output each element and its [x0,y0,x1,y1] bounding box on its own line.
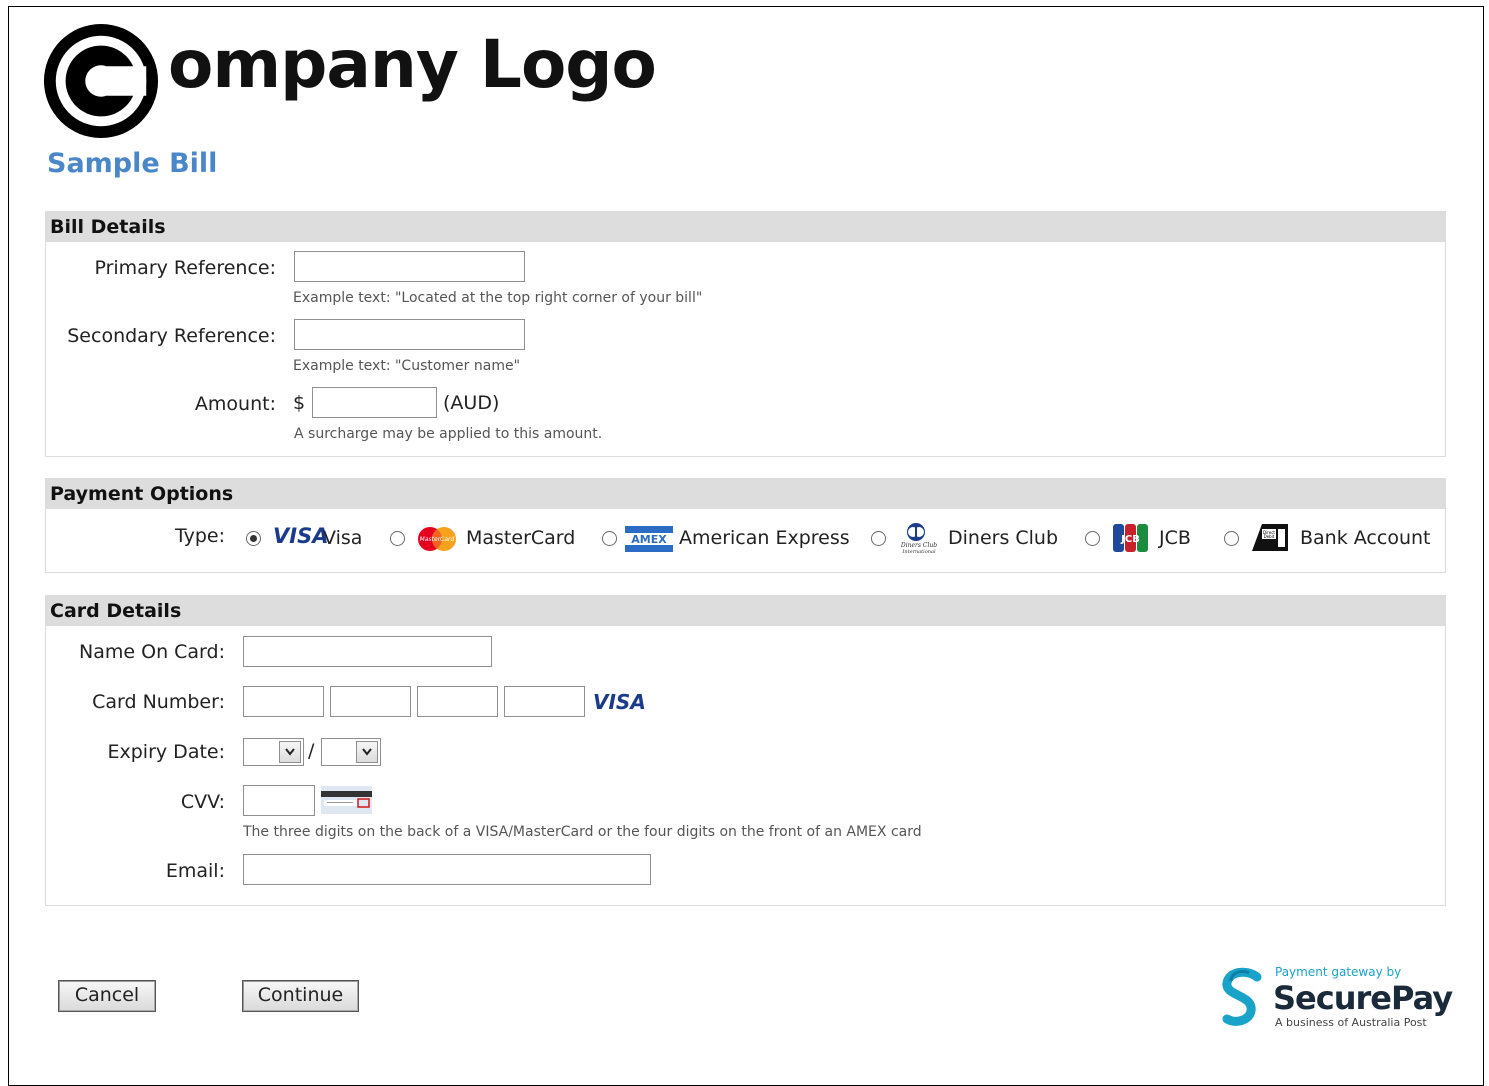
amex-icon: AMEX [625,526,673,552]
email-input[interactable] [243,854,651,885]
name-on-card-input[interactable] [243,636,492,667]
svg-text:Diners Club: Diners Club [900,542,937,549]
cancel-button[interactable]: Cancel [58,980,156,1012]
logo-text: ompany Logo [168,25,657,103]
svg-text:MasterCard: MasterCard [420,536,455,543]
payment-type-jcb-radio[interactable] [1085,531,1100,546]
payment-type-amex-label[interactable]: American Express [679,527,850,549]
securepay-s-icon [1222,967,1262,1026]
page-title: Sample Bill [47,148,218,179]
securepay-tagline: Payment gateway by [1275,965,1402,979]
bank-account-icon: Direct Debit [1248,521,1292,553]
payment-type-amex-radio[interactable] [602,531,617,546]
secondary-reference-hint: Example text: "Customer name" [293,358,521,374]
expiry-year-select[interactable] [321,738,381,766]
expiry-separator: / [308,740,315,762]
chevron-down-icon[interactable] [279,741,301,763]
currency-symbol: $ [293,392,306,414]
payment-type-label: Type: [174,525,225,547]
payment-type-bank-label[interactable]: Bank Account [1300,527,1430,549]
amount-label: Amount: [194,393,276,415]
mastercard-icon: MasterCard [416,526,458,552]
securepay-name: SecurePay [1273,979,1453,1017]
card-number-label: Card Number: [92,691,225,713]
securepay-logo: Payment gateway by SecurePay A business … [1219,965,1453,1035]
payment-type-visa-label[interactable]: Visa [323,527,362,549]
cvv-hint: The three digits on the back of a VISA/M… [243,824,922,840]
primary-reference-label: Primary Reference: [94,257,276,279]
payment-options-heading: Payment Options [46,479,1445,509]
card-details-heading: Card Details [46,596,1445,626]
secondary-reference-label: Secondary Reference: [67,325,276,347]
continue-button[interactable]: Continue [242,980,359,1012]
secondary-reference-input[interactable] [294,319,525,350]
amount-input[interactable] [312,387,437,418]
amount-hint: A surcharge may be applied to this amoun… [294,426,603,442]
payment-type-mastercard-label[interactable]: MasterCard [466,527,575,549]
payment-type-diners-label[interactable]: Diners Club [948,527,1058,549]
bill-details-heading: Bill Details [46,212,1445,242]
currency-code: (AUD) [443,392,500,414]
svg-text:JCB: JCB [1120,534,1140,545]
primary-reference-input[interactable] [294,251,525,282]
company-logo: ompany Logo [42,20,657,142]
card-number-part-4[interactable] [504,686,585,717]
card-brand-visa-icon: VISA [593,690,646,714]
payment-options-panel: Payment Options [45,478,1446,573]
jcb-icon: JCB [1112,523,1150,553]
card-number-part-1[interactable] [243,686,324,717]
payment-type-jcb-label[interactable]: JCB [1159,527,1191,549]
expiry-date-label: Expiry Date: [107,741,226,763]
name-on-card-label: Name On Card: [79,641,225,663]
cvv-label: CVV: [180,791,225,813]
email-label: Email: [165,860,225,882]
expiry-month-select[interactable] [243,738,304,766]
cvv-input[interactable] [243,785,315,816]
visa-icon: VISA [273,524,329,548]
primary-reference-hint: Example text: "Located at the top right … [293,290,703,306]
payment-type-diners-radio[interactable] [871,531,886,546]
card-number-part-2[interactable] [330,686,411,717]
payment-type-mastercard-radio[interactable] [390,531,405,546]
securepay-subline: A business of Australia Post [1275,1016,1427,1029]
payment-type-bank-radio[interactable] [1224,531,1239,546]
card-number-part-3[interactable] [417,686,498,717]
svg-text:Debit: Debit [1264,534,1275,539]
payment-type-visa-radio[interactable] [246,531,261,546]
chevron-down-icon[interactable] [356,741,378,763]
diners-club-icon: Diners Club International [899,521,939,555]
svg-text:AMEX: AMEX [631,533,667,546]
copyright-c-icon [42,22,160,140]
cvv-card-back-icon [321,786,372,814]
svg-text:International: International [901,549,936,555]
